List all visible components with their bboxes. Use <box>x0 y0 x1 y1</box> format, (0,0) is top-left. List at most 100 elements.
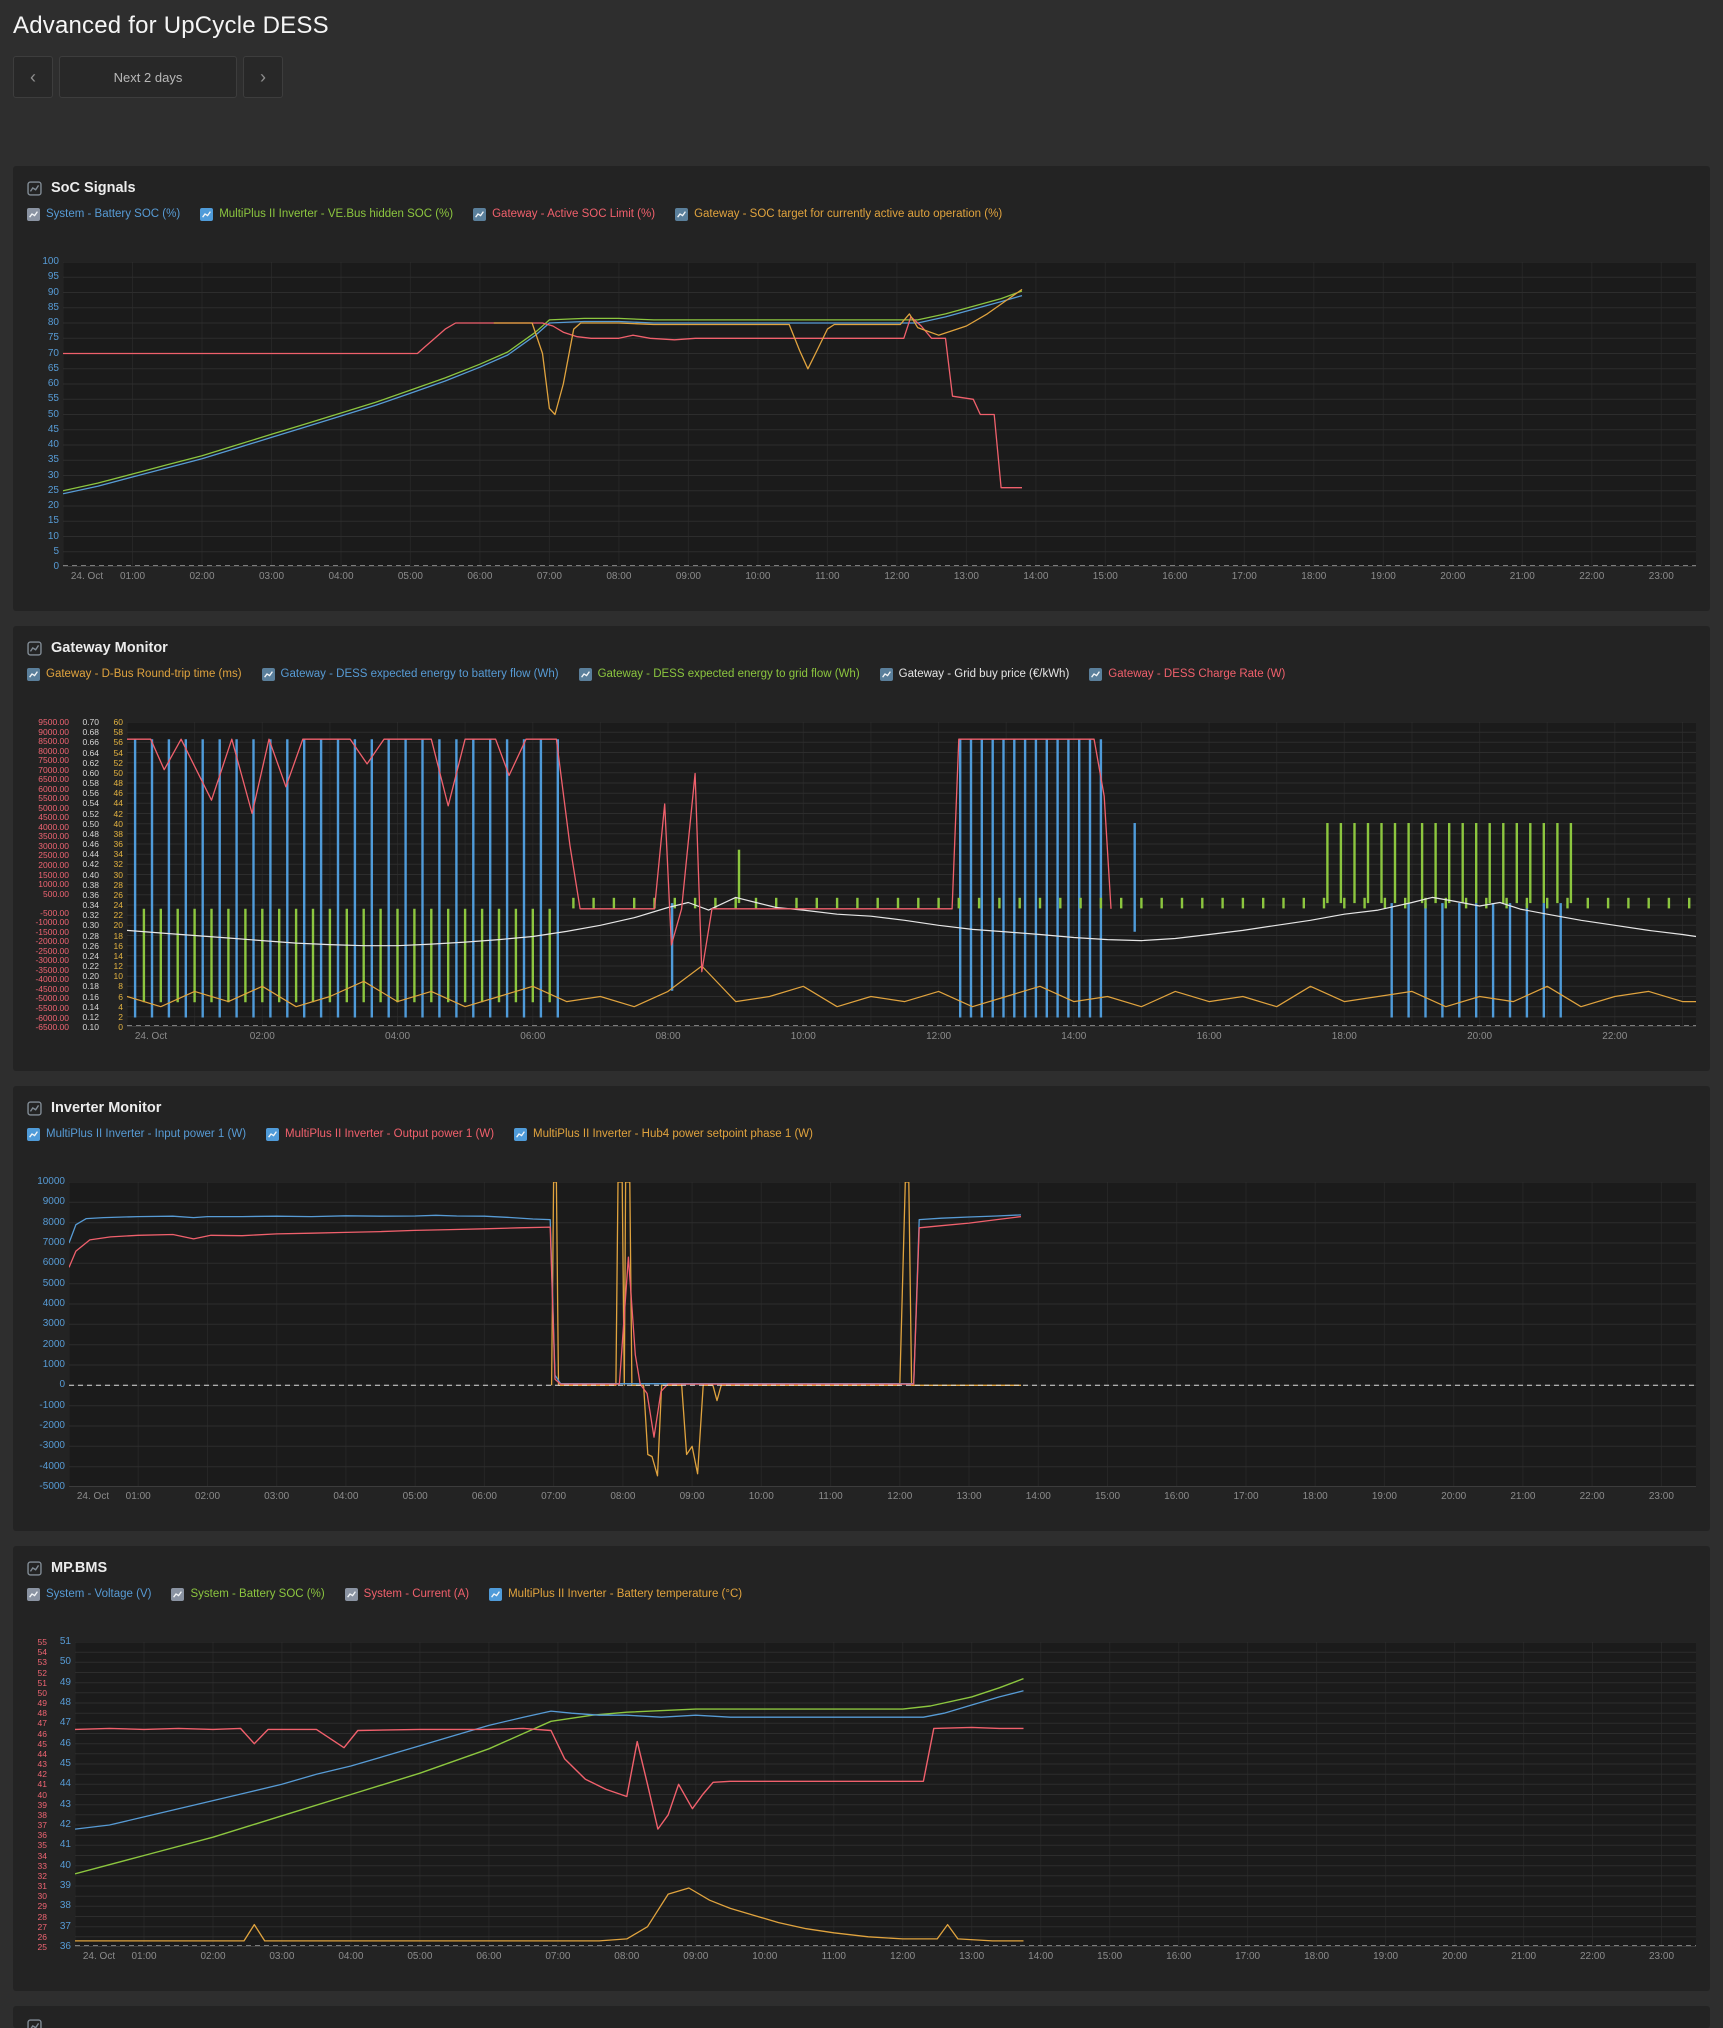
y-axis-label: 7000 <box>43 1238 65 1248</box>
y-axis-label: -6000.00 <box>35 1013 69 1022</box>
panel-header: SoC Signals <box>27 178 1696 198</box>
legend-item-gateway-dess-expected-energy-to-grid-flow-wh[interactable]: Gateway - DESS expected energy to grid f… <box>579 668 860 681</box>
x-axis-label: 19:00 <box>1355 572 1411 582</box>
legend-item-gateway-soc-target-for-currently-active-auto-operation[interactable]: Gateway - SOC target for currently activ… <box>675 208 1002 221</box>
legend-item-gateway-dess-charge-rate-w[interactable]: Gateway - DESS Charge Rate (W) <box>1089 668 1285 681</box>
x-axis-label: 14:00 <box>1046 1032 1102 1042</box>
y-axis-label: 0 <box>118 1023 123 1032</box>
y-axis-label: 5000.00 <box>38 804 69 813</box>
legend-item-gateway-dess-expected-energy-to-battery-flow-wh[interactable]: Gateway - DESS expected energy to batter… <box>262 668 559 681</box>
legend-item-multiplus-ii-inverter-battery-temperature-c[interactable]: MultiPlus II Inverter - Battery temperat… <box>489 1588 742 1601</box>
chart-canvas[interactable] <box>69 1182 1696 1487</box>
y-axis-label: -1000 <box>39 1401 65 1411</box>
x-axis-label: 10:00 <box>730 572 786 582</box>
y-axis-label: 43 <box>38 1760 47 1769</box>
x-axis-label: 13:00 <box>944 1952 1000 1962</box>
x-axis-label: 15:00 <box>1077 572 1133 582</box>
y-axis-label: 37 <box>60 1922 71 1932</box>
y-axis-label: 43 <box>60 1800 71 1810</box>
x-axis-label: 12:00 <box>911 1032 967 1042</box>
legend-item-gateway-d-bus-round-trip-time-ms[interactable]: Gateway - D-Bus Round-trip time (ms) <box>27 668 242 681</box>
y-axis-label: 4000.00 <box>38 823 69 832</box>
y-axis-label: 36 <box>114 840 123 849</box>
x-axis-label: 21:00 <box>1495 1492 1551 1502</box>
chart-canvas[interactable] <box>75 1642 1696 1947</box>
y-axis-label: 0.18 <box>82 982 99 991</box>
legend-item-multiplus-ii-inverter-input-power-1-w[interactable]: MultiPlus II Inverter - Input power 1 (W… <box>27 1128 246 1141</box>
gateway-device-icon <box>473 208 486 221</box>
chevron-right-icon: › <box>260 67 266 88</box>
y-axis-label: 22 <box>114 911 123 920</box>
y-axis-label: 0.10 <box>82 1023 99 1032</box>
y-axis-label: 80 <box>48 318 59 328</box>
legend-label: MultiPlus II Inverter - Input power 1 (W… <box>46 1128 246 1141</box>
y-axis-label: 32 <box>38 1872 47 1881</box>
x-axis-label: 11:00 <box>803 1492 859 1502</box>
panel-title: Inverter Monitor <box>51 1100 161 1116</box>
legend-item-gateway-grid-buy-price-kwh[interactable]: Gateway - Grid buy price (€/kWh) <box>880 668 1070 681</box>
chart-canvas[interactable] <box>63 262 1696 567</box>
next-period-button[interactable]: › <box>243 56 283 98</box>
x-axis-label: 23:00 <box>1633 572 1689 582</box>
x-axis-label: 11:00 <box>806 1952 862 1962</box>
chart-plot[interactable]: 24. Oct01:0002:0003:0004:0005:0006:0007:… <box>63 262 1696 588</box>
y-axis-label: -1500.00 <box>35 927 69 936</box>
y-axis-label: 25 <box>38 1943 47 1952</box>
x-axis-label: 02:00 <box>234 1032 290 1042</box>
x-axis-label: 01:00 <box>110 1492 166 1502</box>
legend-item-multiplus-ii-inverter-output-power-1-w[interactable]: MultiPlus II Inverter - Output power 1 (… <box>266 1128 494 1141</box>
panel-header: Inverter Monitor <box>27 1098 1696 1118</box>
legend-label: System - Battery SOC (%) <box>190 1588 324 1601</box>
y-axis-label: 36 <box>60 1942 71 1952</box>
legend-item-system-battery-soc[interactable]: System - Battery SOC (%) <box>171 1588 324 1601</box>
x-axis-label: 16:00 <box>1147 572 1203 582</box>
x-axis-label: 14:00 <box>1013 1952 1069 1962</box>
panel-header: Gateway Monitor <box>27 638 1696 658</box>
chart-canvas[interactable] <box>127 722 1696 1027</box>
y-axis-label: 40 <box>48 440 59 450</box>
x-axis-label: 04:00 <box>323 1952 379 1962</box>
y-axis-label: 12 <box>114 962 123 971</box>
legend-item-multiplus-ii-inverter-hub4-power-setpoint-phase-1-w[interactable]: MultiPlus II Inverter - Hub4 power setpo… <box>514 1128 813 1141</box>
panel-title: Gateway Monitor <box>51 640 168 656</box>
x-axis-label: 19:00 <box>1356 1492 1412 1502</box>
panel-title: MP.BMS <box>51 1560 107 1576</box>
chart-area: 9500.009000.008500.008000.007500.007000.… <box>27 722 1696 1048</box>
y-axis-label: 85 <box>48 303 59 313</box>
y-axis-label: 0.30 <box>82 921 99 930</box>
gateway-device-icon <box>579 668 592 681</box>
y-axis-label: 0.22 <box>82 962 99 971</box>
y-axis-label: 9000.00 <box>38 727 69 736</box>
panel-title: SoC Signals <box>51 180 136 196</box>
y-axis-label: 29 <box>38 1902 47 1911</box>
gateway-device-icon <box>880 668 893 681</box>
y-axis-label: 75 <box>48 333 59 343</box>
chart-plot[interactable]: 24. Oct02:0004:0006:0008:0010:0012:0014:… <box>127 722 1696 1048</box>
legend-item-system-voltage-v[interactable]: System - Voltage (V) <box>27 1588 151 1601</box>
y-axis-label: 42 <box>114 809 123 818</box>
legend-item-gateway-active-soc-limit[interactable]: Gateway - Active SOC Limit (%) <box>473 208 655 221</box>
y-axis-label: 24 <box>114 901 123 910</box>
x-axis-label: 23:00 <box>1633 1492 1689 1502</box>
legend-label: MultiPlus II Inverter - VE.Bus hidden SO… <box>219 208 453 221</box>
legend-item-system-battery-soc[interactable]: System - Battery SOC (%) <box>27 208 180 221</box>
next-range-button[interactable]: Next 2 days <box>59 56 237 98</box>
legend-item-multiplus-ii-inverter-ve-bus-hidden-soc[interactable]: MultiPlus II Inverter - VE.Bus hidden SO… <box>200 208 453 221</box>
y-axis-label: 40 <box>60 1861 71 1871</box>
x-axis-label: 22:00 <box>1565 1952 1621 1962</box>
x-axis-label: 14:00 <box>1010 1492 1066 1502</box>
chart-plot[interactable]: 24. Oct01:0002:0003:0004:0005:0006:0007:… <box>69 1182 1696 1508</box>
x-axis-label: 04:00 <box>370 1032 426 1042</box>
legend-item-system-current-a[interactable]: System - Current (A) <box>345 1588 469 1601</box>
x-axis-label: 12:00 <box>872 1492 928 1502</box>
chart-plot[interactable]: 24. Oct01:0002:0003:0004:0005:0006:0007:… <box>75 1642 1696 1968</box>
multiplus-device-icon <box>489 1588 502 1601</box>
chevron-left-icon: ‹ <box>30 67 36 88</box>
chart-area: 5554535251504948474645444342414039383736… <box>27 1642 1696 1968</box>
y-axis-label: 46 <box>114 789 123 798</box>
x-axis-label: 07:00 <box>526 1492 582 1502</box>
prev-period-button[interactable]: ‹ <box>13 56 53 98</box>
y-axis-label: 6000 <box>43 1258 65 1268</box>
y-axis-label: 5000 <box>43 1279 65 1289</box>
y-axis-label: 26 <box>38 1933 47 1942</box>
